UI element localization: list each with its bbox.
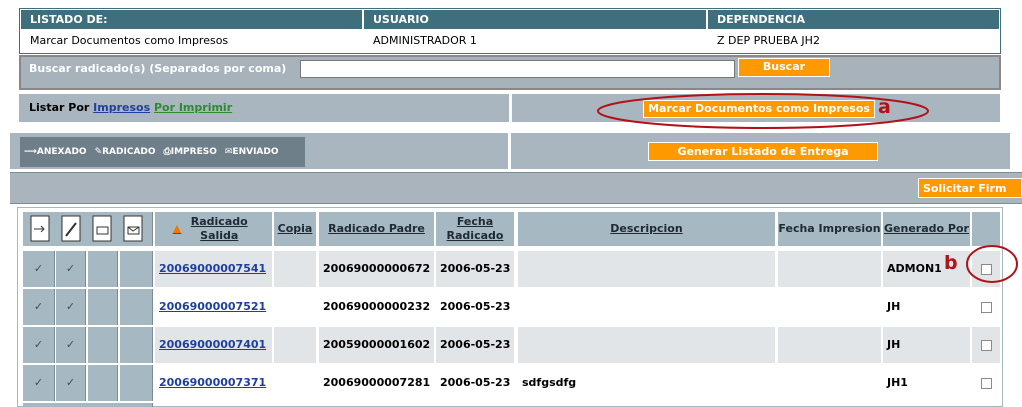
- row-select-checkbox[interactable]: [980, 339, 992, 351]
- radicado-link[interactable]: 20069000007521: [159, 300, 266, 313]
- col-fecha-radicado[interactable]: Fecha Radicado: [436, 212, 514, 246]
- check-icon: ✓: [23, 251, 55, 287]
- cell-radicado[interactable]: 20069000007541: [155, 251, 272, 287]
- empty-status-cell: [120, 327, 153, 363]
- row-select-checkbox[interactable]: [980, 301, 992, 313]
- cell-padre: 20059000001602: [319, 327, 434, 363]
- cell-copia: [274, 365, 316, 401]
- cell-fecha: 2006-05-23: [440, 300, 511, 313]
- header-col-listado: LISTADO DE:: [21, 10, 362, 29]
- check-icon: ✓: [23, 289, 55, 325]
- search-input[interactable]: [300, 60, 735, 78]
- table-row-partial: [23, 403, 153, 407]
- link-impresos[interactable]: Impresos: [93, 101, 150, 114]
- arrow-icon: ⟶: [24, 147, 37, 157]
- check-icon: ✓: [56, 365, 86, 401]
- cell-generado: JH: [883, 327, 970, 363]
- col-select: [972, 212, 1000, 246]
- cell-copia: [274, 289, 316, 325]
- listar-label: Listar Por: [29, 101, 90, 114]
- check-icon: ✓: [56, 251, 86, 287]
- cell-padre: 20069000000672: [319, 251, 434, 287]
- cell-fechaimp: [778, 289, 881, 325]
- impreso-doc-icon: [92, 215, 112, 242]
- header-icon-cell: [23, 212, 153, 246]
- toolbar-enviado: ✉ENVIADO: [224, 147, 279, 157]
- cell-fechaimp: [778, 327, 881, 363]
- solicitar-firma-button[interactable]: Solicitar Firm: [918, 178, 1022, 198]
- generar-listado-button[interactable]: Generar Listado de Entrega: [648, 142, 878, 161]
- empty-status-cell: [88, 365, 118, 401]
- select-cell: [972, 327, 1000, 363]
- toolbar-anexado: ⟶ANEXADO: [24, 147, 87, 157]
- check-icon: ✓: [56, 289, 86, 325]
- sort-asc-icon: ▲: [172, 222, 182, 235]
- col-copia[interactable]: Copia: [274, 212, 316, 246]
- printer-icon: ⎙: [163, 147, 171, 157]
- annotation-b: b: [944, 252, 958, 274]
- check-icon: ✓: [23, 327, 55, 363]
- solicitar-panel: [10, 172, 1022, 204]
- cell-descripcion: sdfgsdfg: [522, 376, 577, 389]
- col-descripcion[interactable]: Descripcion: [518, 212, 775, 246]
- empty-status-cell: [88, 327, 118, 363]
- usuario-value: ADMINISTRADOR 1: [373, 34, 477, 47]
- radicado-doc-icon: [61, 215, 81, 242]
- check-icon: ✓: [56, 327, 86, 363]
- col-radicado-salida[interactable]: ▲ Radicado Salida: [155, 212, 272, 246]
- cell-descripcion: [518, 251, 775, 287]
- radicado-link[interactable]: 20069000007401: [159, 338, 266, 351]
- enviado-doc-icon: [123, 215, 143, 242]
- col-radicado-padre[interactable]: Radicado Padre: [319, 212, 434, 246]
- check-icon: ✓: [23, 365, 55, 401]
- cell-copia: [274, 327, 316, 363]
- cell-descripcion: [518, 289, 775, 325]
- cell-padre: 20069000007281: [323, 376, 431, 389]
- dependencia-value: Z DEP PRUEBA JH2: [717, 34, 820, 47]
- listado-value: Marcar Documentos como Impresos: [30, 34, 229, 47]
- row-select-checkbox[interactable]: [980, 377, 992, 389]
- status-toolbar: ⟶ANEXADO ✎RADICADO ⎙IMPRESO ✉ENVIADO: [20, 137, 305, 167]
- cell-radicado[interactable]: 20069000007521: [155, 289, 272, 325]
- empty-status-cell: [88, 251, 118, 287]
- select-cell: [972, 365, 1000, 401]
- toolbar-impreso: ⎙IMPRESO: [163, 147, 217, 157]
- annotation-circle-b: [966, 245, 1018, 283]
- search-button[interactable]: Buscar: [738, 58, 830, 77]
- header-col-dependencia: DEPENDENCIA: [708, 10, 999, 29]
- col-generado-por[interactable]: Generado Por: [883, 212, 970, 246]
- radicado-link[interactable]: 20069000007371: [159, 376, 266, 389]
- cell-descripcion: [518, 327, 775, 363]
- header-col-usuario: USUARIO: [364, 10, 706, 29]
- cell-fechaimp: [778, 251, 881, 287]
- cell-fechaimp: [778, 365, 881, 401]
- pen-icon: ✎: [94, 147, 103, 157]
- cell-fecha: 2006-05-23: [440, 376, 511, 389]
- listar-por: Listar Por Impresos Por Imprimir: [29, 101, 232, 114]
- cell-generado: JH1: [887, 376, 908, 389]
- cell-radicado[interactable]: 20069000007401: [155, 327, 272, 363]
- cell-radicado[interactable]: 20069000007371: [155, 365, 272, 401]
- col-fecha-impresion: Fecha Impresion: [778, 212, 881, 246]
- radicado-link[interactable]: 20069000007541: [159, 262, 266, 275]
- search-label: Buscar radicado(s) (Separados por coma): [29, 62, 287, 75]
- empty-status-cell: [120, 365, 153, 401]
- empty-status-cell: [88, 289, 118, 325]
- select-cell: [972, 289, 1000, 325]
- toolbar-radicado: ✎RADICADO: [94, 147, 156, 157]
- cell-fecha: 2006-05-23: [436, 251, 514, 287]
- empty-status-cell: [120, 289, 153, 325]
- cell-copia: [274, 251, 316, 287]
- anexado-doc-icon: [30, 215, 50, 242]
- cell-generado: JH: [887, 300, 901, 313]
- cell-fecha: 2006-05-23: [436, 327, 514, 363]
- cell-padre: 20069000000232: [323, 300, 431, 313]
- link-por-imprimir[interactable]: Por Imprimir: [154, 101, 232, 114]
- empty-status-cell: [120, 251, 153, 287]
- annotation-a: a: [878, 96, 891, 118]
